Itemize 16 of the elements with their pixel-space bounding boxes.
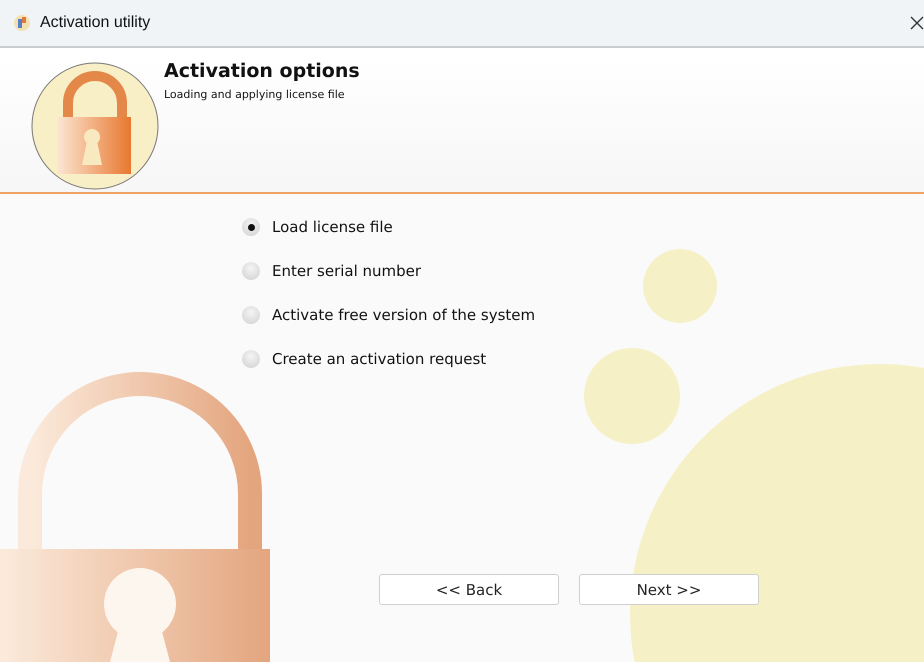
option-label[interactable]: Enter serial number [272, 262, 422, 280]
close-icon[interactable] [910, 16, 924, 30]
page-subtitle: Loading and applying license file [164, 88, 345, 101]
next-button[interactable]: Next >> [579, 574, 759, 605]
padlock-icon [30, 61, 160, 191]
option-label[interactable]: Create an activation request [272, 350, 486, 368]
app-icon [12, 13, 32, 33]
option-label[interactable]: Activate free version of the system [272, 306, 536, 324]
window-title: Activation utility [40, 14, 152, 32]
option-label[interactable]: Load license file [272, 218, 393, 236]
back-button[interactable]: << Back [379, 574, 559, 605]
radio-button[interactable] [242, 262, 260, 280]
radio-button[interactable] [242, 350, 260, 368]
page-title: Activation options [164, 60, 360, 82]
radio-button[interactable] [242, 218, 260, 236]
radio-button[interactable] [242, 306, 260, 324]
